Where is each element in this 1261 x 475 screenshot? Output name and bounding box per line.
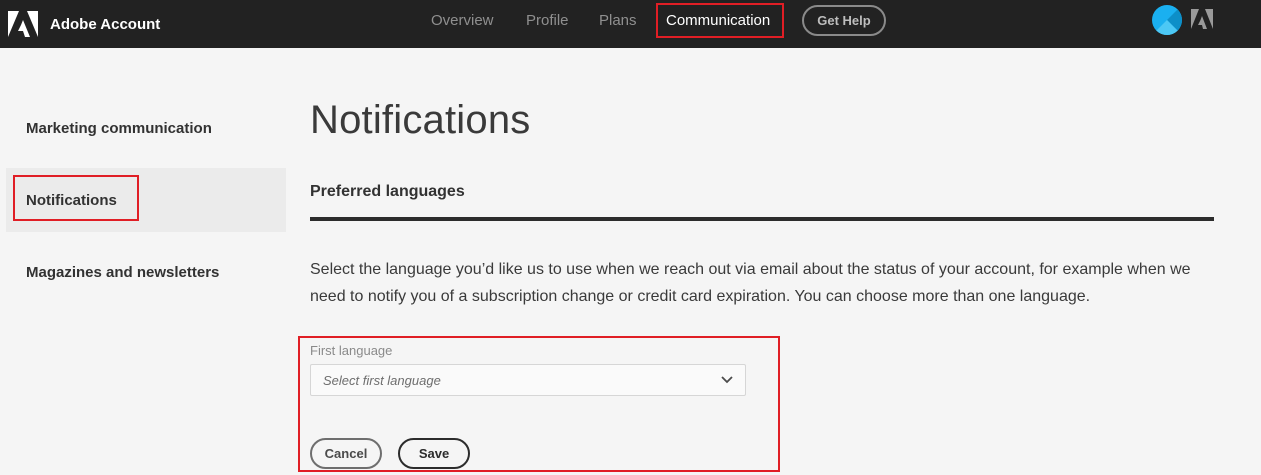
sidebar-item-label: Marketing communication — [26, 120, 212, 137]
first-language-select[interactable]: Select first language — [310, 364, 746, 396]
avatar[interactable] — [1152, 5, 1182, 35]
app-name: Adobe Account — [50, 15, 161, 33]
top-navigation-bar: Adobe Account Overview Profile Plans Com… — [0, 0, 1261, 48]
page-title: Notifications — [310, 98, 531, 142]
nav-overview[interactable]: Overview — [431, 12, 494, 36]
get-help-button[interactable]: Get Help — [802, 5, 886, 36]
first-language-placeholder: Select first language — [323, 373, 441, 388]
nav-profile[interactable]: Profile — [526, 12, 569, 36]
section-divider — [310, 217, 1214, 221]
highlight-box-communication — [656, 3, 784, 38]
cancel-button[interactable]: Cancel — [310, 438, 382, 469]
highlight-box-notifications — [13, 175, 139, 221]
save-button[interactable]: Save — [398, 438, 470, 469]
section-title: Preferred languages — [310, 183, 465, 200]
section-description: Select the language you’d like us to use… — [310, 261, 1191, 305]
adobe-small-icon[interactable] — [1191, 9, 1213, 29]
chevron-down-icon — [721, 376, 733, 384]
sidebar-item-label: Magazines and newsletters — [26, 264, 220, 281]
sidebar-item-magazines-newsletters[interactable]: Magazines and newsletters — [6, 240, 286, 304]
nav-plans[interactable]: Plans — [599, 12, 637, 36]
avatar-graphic — [1152, 5, 1182, 35]
adobe-logo-icon — [8, 11, 38, 37]
sidebar-item-marketing-communication[interactable]: Marketing communication — [6, 96, 286, 160]
brand[interactable]: Adobe Account — [8, 8, 160, 40]
first-language-label: First language — [310, 343, 393, 358]
